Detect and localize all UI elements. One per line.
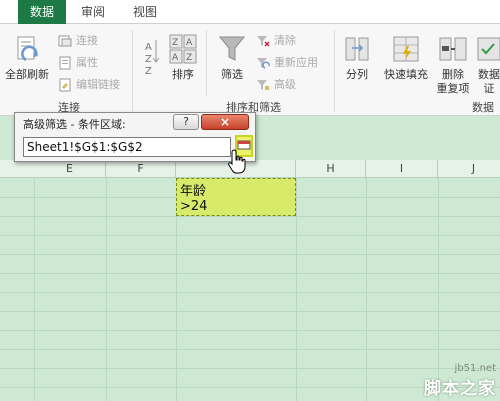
watermark: jb51.net 脚本之家	[424, 363, 496, 399]
connections-button[interactable]: 连接	[58, 32, 98, 50]
grid-line	[0, 311, 500, 312]
sort-button[interactable]: Z A A Z 排序	[166, 34, 200, 82]
grid-line	[0, 216, 500, 217]
sort-icon: Z A A Z	[169, 34, 197, 64]
column-header-e[interactable]: E	[34, 160, 106, 178]
remove-duplicates-icon	[439, 37, 467, 61]
svg-text:A: A	[145, 42, 152, 53]
grid-line	[0, 254, 500, 255]
filter-label: 筛选	[221, 68, 243, 81]
properties-button[interactable]: 属性	[58, 54, 98, 72]
close-button[interactable]: ×	[201, 114, 249, 130]
watermark-brand: 脚本之家	[424, 379, 496, 399]
cell-g1[interactable]: 年龄	[180, 180, 206, 199]
filter-funnel-icon	[218, 36, 246, 61]
text-to-columns-button[interactable]: 分列	[340, 34, 374, 82]
flash-fill-label: 快速填充	[384, 68, 428, 81]
refresh-all-button[interactable]: 全部刷新	[2, 34, 52, 82]
filter-button[interactable]: 筛选	[214, 34, 250, 82]
refresh-all-label: 全部刷新	[5, 68, 49, 81]
grid-line	[0, 330, 500, 331]
properties-icon	[59, 56, 71, 70]
cell-g2[interactable]: >24	[180, 199, 207, 214]
column-header-f[interactable]: F	[106, 160, 176, 178]
tab-data[interactable]: 数据	[18, 0, 66, 24]
tab-view[interactable]: 视图	[122, 0, 168, 24]
reapply-button[interactable]: 重新应用	[256, 54, 318, 72]
group-divider	[206, 30, 207, 96]
connections-icon	[58, 35, 72, 47]
text-to-columns-label: 分列	[346, 68, 368, 81]
svg-text:Z: Z	[145, 54, 152, 65]
grid-line	[0, 273, 500, 274]
sort-asc-button[interactable]: A Z Z	[140, 36, 164, 76]
svg-text:A: A	[186, 38, 193, 48]
flash-fill-icon	[393, 36, 419, 62]
grid-line	[0, 292, 500, 293]
group-divider	[132, 30, 133, 112]
data-tools-group-title: 数据	[472, 101, 494, 114]
reapply-icon	[257, 58, 270, 69]
refresh-icon	[17, 36, 38, 62]
text-to-columns-icon	[345, 37, 369, 61]
remove-duplicates-button[interactable]: 删除 重复项	[434, 34, 472, 96]
remove-duplicates-label: 删除 重复项	[436, 68, 470, 95]
criteria-range-input[interactable]: Sheet1!$G$1:$G$2	[23, 137, 231, 157]
svg-text:A: A	[172, 53, 179, 63]
advanced-filter-button[interactable]: 高级	[256, 76, 296, 94]
hand-cursor-icon	[228, 149, 246, 174]
data-validation-icon	[477, 37, 500, 61]
dialog-title: 高级筛选 - 条件区域:	[23, 118, 126, 131]
column-header-i[interactable]: I	[366, 160, 438, 178]
svg-text:Z: Z	[186, 53, 192, 63]
advanced-filter-criteria-dialog: 高级筛选 - 条件区域: ? × Sheet1!$G$1:$G$2	[14, 112, 256, 162]
edit-links-icon	[59, 78, 71, 92]
clear-filter-button[interactable]: 清除	[256, 32, 296, 50]
edit-links-button[interactable]: 编辑链接	[58, 76, 120, 94]
data-validation-button[interactable]: 数据 证	[472, 34, 500, 96]
tab-review[interactable]: 审阅	[70, 0, 116, 24]
grid-line	[0, 235, 500, 236]
svg-text:Z: Z	[145, 66, 152, 76]
svg-text:Z: Z	[172, 38, 178, 48]
column-header-j[interactable]: J	[438, 160, 500, 178]
flash-fill-button[interactable]: 快速填充	[378, 34, 434, 82]
column-header-h[interactable]: H	[296, 160, 366, 178]
help-button[interactable]: ?	[173, 114, 199, 130]
sort-az-icon: A Z Z	[145, 40, 160, 76]
ribbon-tab-bar: 数据 审阅 视图	[0, 0, 500, 24]
ribbon: 全部刷新 连接 属性 编辑链接 连接 A Z Z Z A A Z 排序 筛选 清…	[0, 24, 500, 116]
advanced-filter-icon	[257, 80, 269, 90]
column-header-bar: E F G H I J	[0, 160, 500, 178]
sort-label: 排序	[172, 68, 194, 81]
data-validation-label: 数据 证	[478, 68, 500, 95]
group-divider	[334, 30, 335, 112]
clear-filter-icon	[257, 36, 270, 47]
grid-line	[0, 349, 500, 350]
watermark-url: jb51.net	[454, 363, 496, 374]
